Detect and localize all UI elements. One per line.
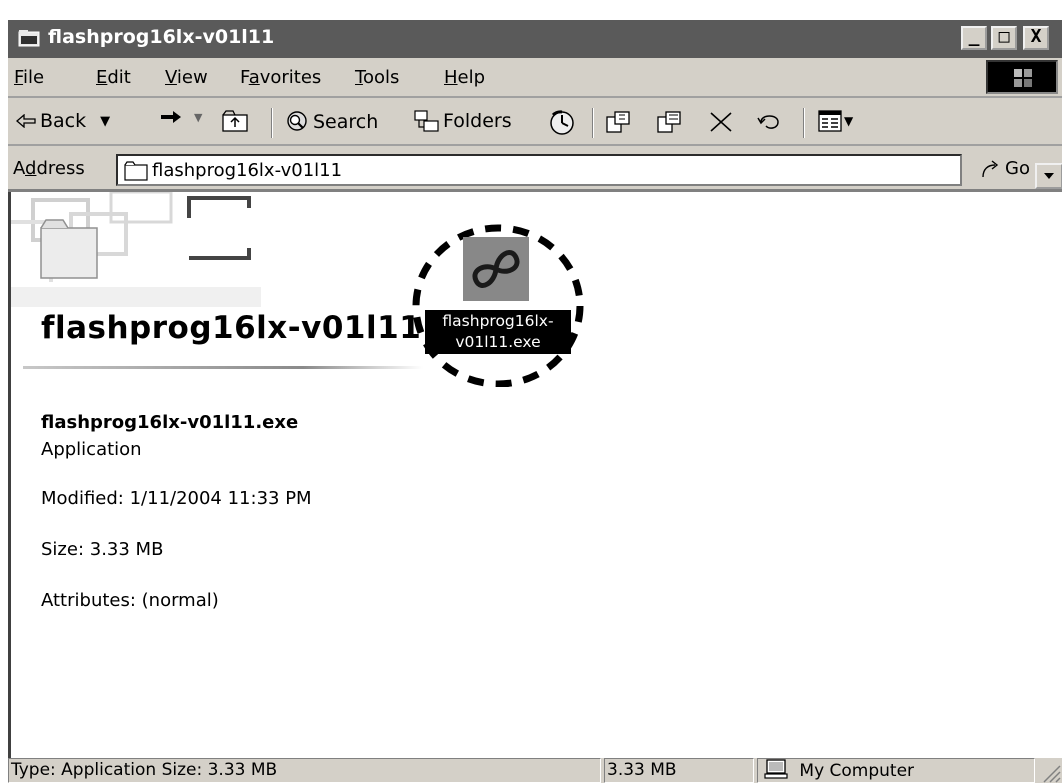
menu-tools[interactable]: Tools <box>355 67 399 88</box>
menu-favorites[interactable]: Favorites <box>240 67 321 88</box>
title-bar[interactable]: flashprog16lx-v01l11 _ □ X <box>8 20 1062 58</box>
forward-dropdown-icon[interactable]: ▼ <box>194 111 202 124</box>
back-label: Back <box>40 110 87 132</box>
menu-edit-accel: E <box>96 67 108 88</box>
infinity-logo-icon <box>472 250 520 288</box>
search-button[interactable]: Search <box>284 110 378 134</box>
toolbar-separator <box>803 108 805 138</box>
views-button[interactable]: ▼ <box>818 110 853 132</box>
menu-help[interactable]: Help <box>444 67 485 88</box>
back-button[interactable]: Back ▼ <box>16 110 110 132</box>
menu-edit-label: dit <box>107 67 131 88</box>
file-icon-label-line2: v01l11.exe <box>455 333 541 351</box>
move-to-button[interactable] <box>605 110 633 134</box>
move-to-icon <box>606 111 630 133</box>
folder-window-icon <box>18 30 40 47</box>
folders-tree-icon <box>414 110 439 132</box>
address-label-accel: d <box>25 158 37 179</box>
search-globe-icon <box>287 111 307 131</box>
undo-button[interactable] <box>756 110 784 134</box>
copy-to-icon <box>657 111 681 133</box>
address-label-pre: A <box>13 158 25 179</box>
back-arrow-icon <box>16 114 36 128</box>
address-label-rest: dress <box>36 158 85 179</box>
delete-button[interactable] <box>708 110 734 134</box>
menu-bar: File Edit View Favorites Tools Help <box>8 58 1062 98</box>
windows-flag-icon <box>1014 69 1032 87</box>
my-computer-icon <box>764 759 788 779</box>
status-zone-pane: My Computer <box>757 758 1035 783</box>
folder-banner-art <box>11 192 261 307</box>
copy-to-button[interactable] <box>656 110 684 134</box>
file-item-exe[interactable]: flashprog16lx- v01l11.exe <box>411 222 586 387</box>
file-icon-label: flashprog16lx- v01l11.exe <box>425 310 571 354</box>
details-attributes: Attributes: (normal) <box>41 590 219 611</box>
folder-heading: flashprog16lx-v01l11 <box>41 310 422 346</box>
details-size: Size: 3.33 MB <box>41 539 164 560</box>
menu-help-accel: H <box>444 67 458 88</box>
history-button[interactable] <box>548 110 576 136</box>
forward-button[interactable]: ▼ <box>160 110 202 124</box>
explorer-window: flashprog16lx-v01l11 _ □ X File Edit Vie… <box>8 20 1062 783</box>
application-icon <box>463 237 529 301</box>
maximize-button[interactable]: □ <box>991 26 1017 50</box>
go-arrow-icon <box>982 159 999 177</box>
forward-arrow-icon <box>161 111 181 123</box>
address-value: flashprog16lx-v01l11 <box>152 160 343 181</box>
details-file-type: Application <box>41 439 142 460</box>
details-file-name: flashprog16lx-v01l11.exe <box>41 412 299 433</box>
back-dropdown-icon[interactable]: ▼ <box>100 114 110 129</box>
menu-tools-label: ools <box>362 67 400 88</box>
menu-favorites-label: vorites <box>259 67 322 88</box>
window-title: flashprog16lx-v01l11 <box>48 26 275 48</box>
go-label: Go <box>1005 158 1030 179</box>
folders-button[interactable]: Folders <box>414 110 512 132</box>
menu-help-label: elp <box>457 67 486 88</box>
folder-content-pane: flashprog16lx-v01l11 flashprog16lx- v01l… <box>8 192 1062 758</box>
menu-view[interactable]: View <box>165 67 208 88</box>
menu-tools-accel: T <box>355 67 363 88</box>
menu-edit[interactable]: Edit <box>96 67 131 88</box>
status-bar: Type: Application Size: 3.33 MB 3.33 MB … <box>8 758 1062 783</box>
toolbar-separator <box>271 108 273 138</box>
standard-toolbar: Back ▼ ▼ Search Folders ▼ <box>8 100 1062 146</box>
file-icon-label-line1: flashprog16lx- <box>442 312 554 330</box>
up-folder-icon <box>222 110 248 132</box>
folders-label: Folders <box>443 110 512 132</box>
address-bar: Address flashprog16lx-v01l11 Go <box>8 148 1062 192</box>
menu-favorites-pre: F <box>240 67 249 88</box>
details-modified: Modified: 1/11/2004 11:33 PM <box>41 488 312 509</box>
status-info-pane: Type: Application Size: 3.33 MB <box>8 758 601 783</box>
address-input[interactable]: flashprog16lx-v01l11 <box>116 154 1062 189</box>
heading-divider <box>23 366 423 369</box>
resize-grip-icon[interactable] <box>1036 758 1062 783</box>
menu-file[interactable]: File <box>14 67 44 88</box>
menu-file-label: ile <box>23 67 45 88</box>
menu-file-accel: F <box>14 67 24 88</box>
close-button[interactable]: X <box>1023 26 1049 50</box>
up-folder-button[interactable] <box>222 110 248 132</box>
address-dropdown-button[interactable] <box>1035 163 1062 189</box>
menu-favorites-accel: a <box>248 67 260 88</box>
history-clock-icon <box>550 110 574 135</box>
go-button[interactable]: Go <box>980 158 1030 179</box>
status-size-pane: 3.33 MB <box>604 758 754 783</box>
views-grid-icon <box>818 110 842 132</box>
search-label: Search <box>313 111 379 133</box>
delete-x-icon <box>710 112 732 132</box>
windows-logo <box>986 60 1058 94</box>
status-zone-label: My Computer <box>799 761 915 781</box>
menu-view-label: iew <box>176 67 208 88</box>
minimize-button[interactable]: _ <box>961 26 987 50</box>
chevron-down-icon <box>1044 173 1054 179</box>
toolbar-separator <box>592 108 594 138</box>
address-label: Address <box>13 158 85 179</box>
menu-view-accel: V <box>165 67 177 88</box>
undo-arrow-icon <box>757 115 779 129</box>
views-dropdown-icon[interactable]: ▼ <box>844 114 853 128</box>
folder-icon <box>124 161 148 181</box>
